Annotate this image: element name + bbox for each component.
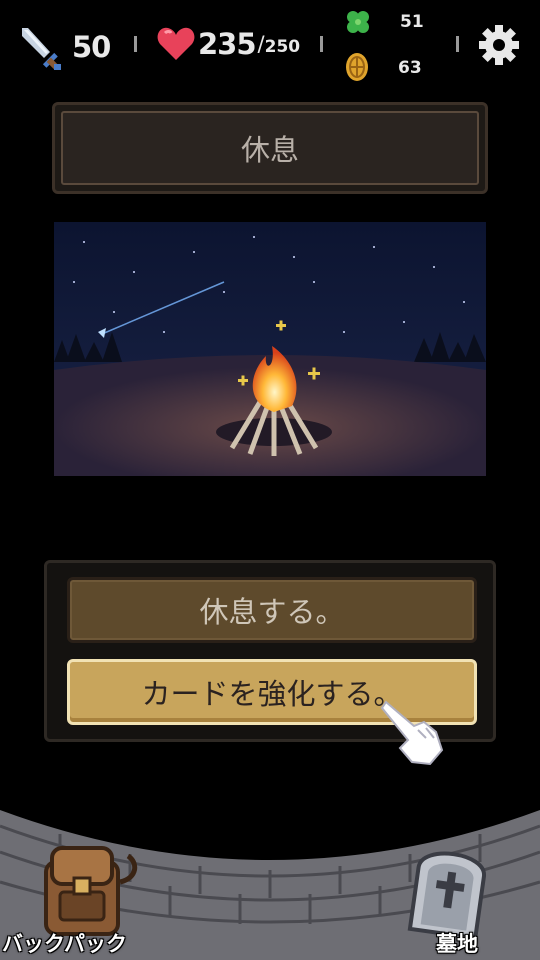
- event-title: 休息: [240, 133, 299, 167]
- gear-icon[interactable]: [478, 24, 520, 66]
- upgrade-card-button-label: カードを強化する。: [141, 677, 403, 711]
- pointer-hand-icon: [380, 700, 444, 766]
- attack-stat: 50: [16, 24, 111, 70]
- hp-max: 250: [264, 37, 301, 57]
- coin-count: 63: [398, 58, 422, 78]
- clover-count: 51: [400, 12, 424, 32]
- hp-slash: /: [257, 32, 265, 56]
- top-hud: 50 235 / 250 51 63: [0, 0, 540, 92]
- graveyard-button[interactable]: 墓地: [400, 838, 500, 960]
- divider: [456, 36, 459, 52]
- backpack-button[interactable]: バックパック: [0, 840, 160, 960]
- divider: [320, 36, 323, 52]
- settings-button[interactable]: [478, 24, 520, 66]
- hp-stat: 235 / 250: [156, 24, 300, 64]
- sword-icon: [22, 28, 61, 70]
- clover-icon: [347, 11, 369, 33]
- campfire-scene-image: [54, 222, 486, 476]
- backpack-label: バックパック: [2, 932, 127, 956]
- coin-stat: 63: [344, 52, 422, 82]
- rest-button[interactable]: 休息する。: [67, 577, 477, 643]
- hp-current: 235: [198, 27, 257, 61]
- heart-icon: [157, 27, 195, 60]
- clover-stat: 51: [344, 8, 424, 36]
- attack-value: 50: [72, 30, 111, 64]
- backpack-icon[interactable]: [34, 842, 144, 938]
- graveyard-label: 墓地: [436, 932, 478, 956]
- coin-icon: [346, 53, 368, 81]
- tombstone-icon[interactable]: [404, 838, 496, 936]
- rest-button-label: 休息する。: [199, 595, 345, 629]
- event-title-panel: 休息: [52, 102, 488, 194]
- divider: [134, 36, 137, 52]
